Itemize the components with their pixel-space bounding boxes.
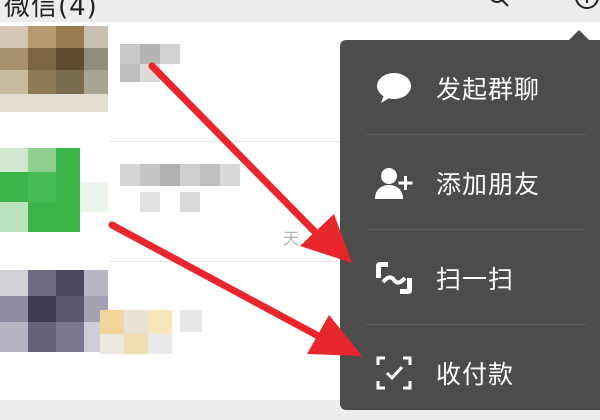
menu-item-label: 扫一扫 [436, 265, 515, 294]
menu-item-payment[interactable]: 收付款 [340, 325, 600, 420]
chat-time: 天 [283, 229, 300, 248]
menu-item-scan[interactable]: 扫一扫 [340, 230, 600, 325]
popup-menu: 发起群聊 添加朋友 扫一扫 收付款 [340, 40, 600, 410]
menu-item-label: 收付款 [436, 360, 515, 389]
payment-icon [376, 356, 412, 390]
scan-icon [376, 262, 412, 294]
search-icon[interactable] [488, 0, 510, 8]
chat-bubble-icon [377, 73, 411, 103]
page-title: 微信(4) [4, 0, 98, 22]
menu-item-add-friend[interactable]: 添加朋友 [340, 135, 600, 230]
top-bar: 微信(4) [0, 0, 600, 22]
menu-item-label: 添加朋友 [436, 170, 541, 199]
menu-item-label: 发起群聊 [436, 75, 541, 104]
add-friend-icon [375, 168, 413, 199]
add-menu-icon[interactable] [574, 0, 600, 10]
menu-item-start-group-chat[interactable]: 发起群聊 [340, 40, 600, 135]
